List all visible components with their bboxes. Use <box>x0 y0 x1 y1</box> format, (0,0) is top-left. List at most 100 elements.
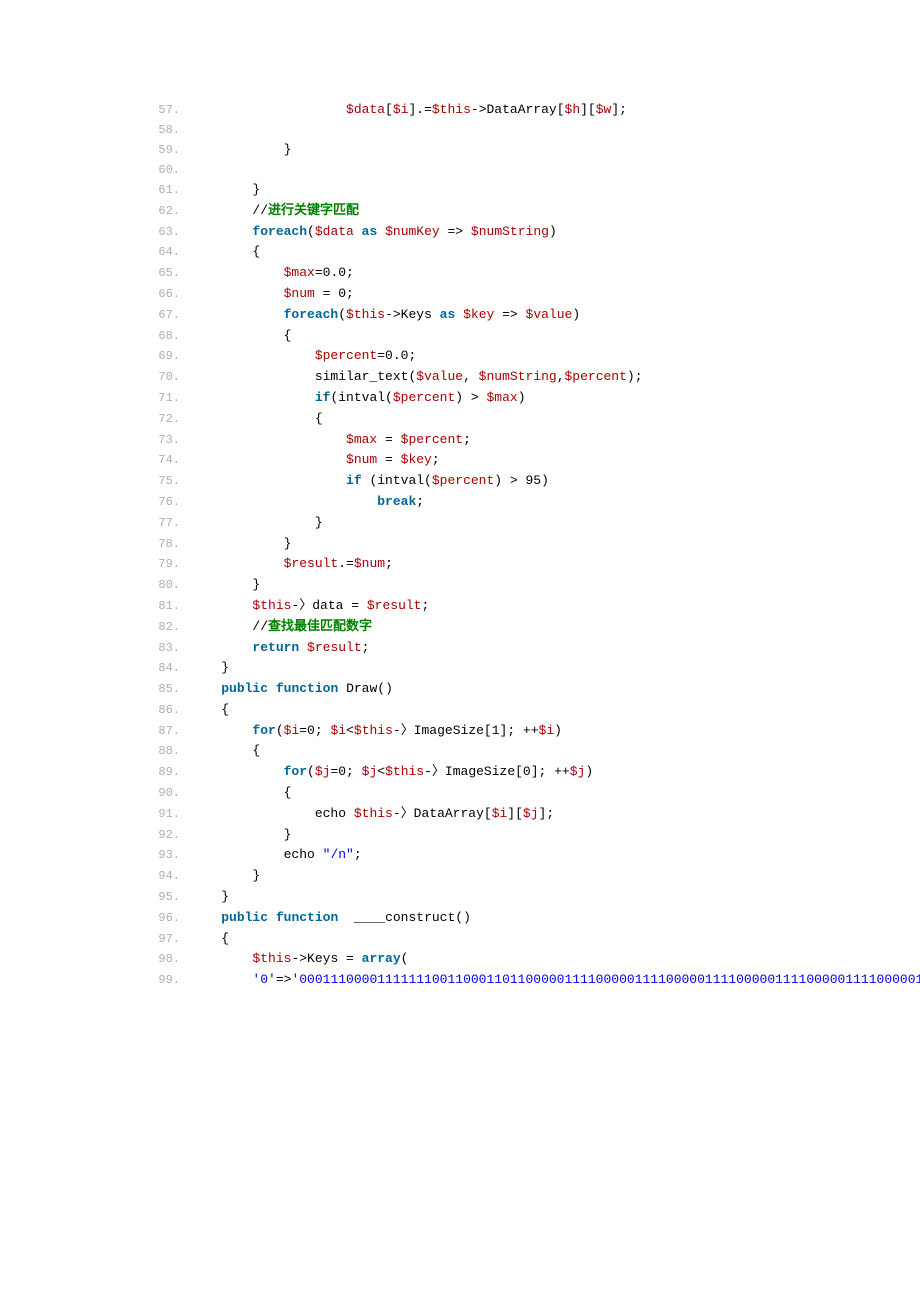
token-kw: public <box>221 681 268 696</box>
token-var: $this <box>354 723 393 738</box>
token-var: $max <box>487 390 518 405</box>
code-line: 68. { <box>134 326 850 347</box>
line-number: 88. <box>134 742 190 761</box>
line-number: 98. <box>134 950 190 969</box>
token-op: , <box>557 369 565 384</box>
line-number: 57. <box>134 101 190 120</box>
token-op: } <box>252 868 260 883</box>
token-kw: break <box>377 494 416 509</box>
line-number: 99. <box>134 971 190 990</box>
token-op: -〉ImageSize[1]; ++ <box>393 723 539 738</box>
code-content: //进行关键字匹配 <box>190 201 359 222</box>
token-op: (intval( <box>362 473 432 488</box>
code-line: 83. return $result; <box>134 638 850 659</box>
code-line: 58. <box>134 121 850 140</box>
line-number: 60. <box>134 161 190 180</box>
token-var: $this <box>385 764 424 779</box>
code-content: { <box>190 929 229 950</box>
token-op: -〉ImageSize[0]; ++ <box>424 764 570 779</box>
code-line: 59. } <box>134 140 850 161</box>
code-line: 95. } <box>134 887 850 908</box>
line-number: 59. <box>134 141 190 160</box>
code-content: if(intval($percent) > $max) <box>190 388 526 409</box>
token-op: ____construct() <box>338 910 471 925</box>
token-kw: for <box>252 723 275 738</box>
token-op: -〉data = <box>291 598 366 613</box>
token-op: ( <box>338 307 346 322</box>
token-op: ) <box>549 224 557 239</box>
code-content: $max = $percent; <box>190 430 471 451</box>
code-content: } <box>190 513 323 534</box>
code-content: } <box>190 825 291 846</box>
token-var: $i <box>330 723 346 738</box>
token-op: { <box>221 931 229 946</box>
token-op: ( <box>307 224 315 239</box>
token-op: ; <box>354 847 362 862</box>
code-line: 76. break; <box>134 492 850 513</box>
line-number: 86. <box>134 701 190 720</box>
token-kw: as <box>362 224 378 239</box>
token-var: $percent <box>401 432 463 447</box>
token-kw: if <box>346 473 362 488</box>
token-op: .= <box>338 556 354 571</box>
code-line: 82. //查找最佳匹配数字 <box>134 617 850 638</box>
token-var: $numString <box>479 369 557 384</box>
code-line: 89. for($j=0; $j<$this-〉ImageSize[0]; ++… <box>134 762 850 783</box>
line-number: 83. <box>134 639 190 658</box>
code-block: 57. $data[$i].=$this->DataArray[$h][$w];… <box>134 100 850 991</box>
code-line: 66. $num = 0; <box>134 284 850 305</box>
token-kw: if <box>315 390 331 405</box>
code-content: for($i=0; $i<$this-〉ImageSize[1]; ++$i) <box>190 721 562 742</box>
token-var: $key <box>463 307 494 322</box>
line-number: 68. <box>134 327 190 346</box>
token-op: < <box>346 723 354 738</box>
code-line: 64. { <box>134 242 850 263</box>
code-line: 84. } <box>134 658 850 679</box>
token-op <box>268 910 276 925</box>
code-content: $data[$i].=$this->DataArray[$h][$w]; <box>190 100 627 121</box>
code-line: 73. $max = $percent; <box>134 430 850 451</box>
line-number: 92. <box>134 826 190 845</box>
code-content: break; <box>190 492 424 513</box>
code-line: 88. { <box>134 741 850 762</box>
token-op: { <box>315 411 323 426</box>
token-op: ) <box>572 307 580 322</box>
token-op: => <box>494 307 525 322</box>
token-op <box>455 307 463 322</box>
token-var: $i <box>393 102 409 117</box>
line-number: 79. <box>134 555 190 574</box>
code-line: 94. } <box>134 866 850 887</box>
token-kw: function <box>276 910 338 925</box>
line-number: 80. <box>134 576 190 595</box>
token-op: ( <box>307 764 315 779</box>
line-number: 85. <box>134 680 190 699</box>
token-var: $j <box>315 764 331 779</box>
token-op: ; <box>416 494 424 509</box>
token-op <box>354 224 362 239</box>
token-op: ) <box>518 390 526 405</box>
token-var: $percent <box>432 473 494 488</box>
code-content: foreach($data as $numKey => $numString) <box>190 222 557 243</box>
code-content: $this->Keys = array( <box>190 949 408 970</box>
code-content: { <box>190 409 323 430</box>
token-kw: array <box>362 951 401 966</box>
code-content: $num = $key; <box>190 450 440 471</box>
line-number: 74. <box>134 451 190 470</box>
line-number: 84. <box>134 659 190 678</box>
line-number: 93. <box>134 846 190 865</box>
token-kw: return <box>252 640 299 655</box>
token-op: ); <box>627 369 643 384</box>
token-var: $i <box>284 723 300 738</box>
token-op: ->Keys <box>385 307 440 322</box>
token-op: = 0; <box>315 286 354 301</box>
token-kw: public <box>221 910 268 925</box>
token-op: ][ <box>580 102 596 117</box>
code-content: return $result; <box>190 638 369 659</box>
token-op: ) > 95) <box>494 473 549 488</box>
token-op: { <box>284 328 292 343</box>
code-content: if (intval($percent) > 95) <box>190 471 549 492</box>
line-number: 72. <box>134 410 190 429</box>
code-content: public function ____construct() <box>190 908 471 929</box>
line-number: 95. <box>134 888 190 907</box>
code-line: 75. if (intval($percent) > 95) <box>134 471 850 492</box>
